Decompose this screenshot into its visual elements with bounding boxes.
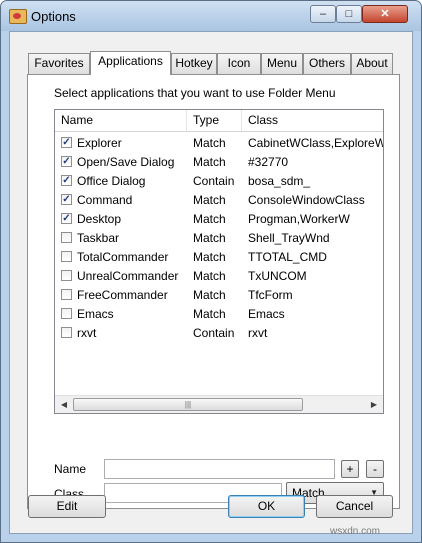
row-class: #32770 bbox=[248, 155, 289, 169]
row-type: Match bbox=[193, 307, 226, 321]
row-checkbox[interactable] bbox=[61, 308, 72, 319]
row-checkbox[interactable]: ✓ bbox=[61, 175, 72, 186]
name-input[interactable] bbox=[104, 459, 335, 479]
row-class: TxUNCOM bbox=[248, 269, 307, 283]
table-row[interactable]: ✓ Open/Save Dialog Match #32770 bbox=[55, 153, 383, 172]
applications-list[interactable]: Name Type Class ✓ Explorer Match CabinetWCl… bbox=[54, 109, 384, 414]
tab-favorites[interactable]: Favorites bbox=[28, 53, 90, 74]
row-checkbox[interactable] bbox=[61, 289, 72, 300]
row-name: UnrealCommander bbox=[77, 269, 179, 283]
row-class: ConsoleWindowClass bbox=[248, 193, 365, 207]
row-class: TTOTAL_CMD bbox=[248, 250, 327, 264]
table-row[interactable]: Taskbar Match Shell_TrayWnd bbox=[55, 229, 383, 248]
row-checkbox[interactable]: ✓ bbox=[61, 156, 72, 167]
row-type: Match bbox=[193, 231, 226, 245]
row-type: Match bbox=[193, 269, 226, 283]
table-row[interactable]: UnrealCommander Match TxUNCOM bbox=[55, 267, 383, 286]
row-name: Open/Save Dialog bbox=[77, 155, 175, 169]
add-button[interactable]: + bbox=[341, 460, 359, 478]
row-name: FreeCommander bbox=[77, 288, 168, 302]
remove-button[interactable]: - bbox=[366, 460, 384, 478]
row-name: Emacs bbox=[77, 307, 114, 321]
tab-hotkey[interactable]: Hotkey bbox=[171, 53, 217, 74]
row-name: rxvt bbox=[77, 326, 97, 340]
column-header-class[interactable]: Class bbox=[242, 110, 383, 131]
row-class: Shell_TrayWnd bbox=[248, 231, 330, 245]
close-button[interactable]: ✕ bbox=[362, 5, 408, 23]
row-checkbox[interactable]: ✓ bbox=[61, 213, 72, 224]
tab-about[interactable]: About bbox=[351, 53, 393, 74]
column-header-type[interactable]: Type bbox=[187, 110, 242, 131]
row-type: Match bbox=[193, 193, 226, 207]
row-type: Match bbox=[193, 250, 226, 264]
column-header-name[interactable]: Name bbox=[55, 110, 187, 131]
row-name: Office Dialog bbox=[77, 174, 146, 188]
row-checkbox[interactable] bbox=[61, 232, 72, 243]
options-window: Options – □ ✕ Favorites Applications Hot… bbox=[0, 0, 422, 543]
ok-button[interactable]: OK bbox=[228, 495, 305, 518]
row-class: Emacs bbox=[248, 307, 285, 321]
table-row[interactable]: rxvt Contain rxvt bbox=[55, 324, 383, 343]
row-type: Match bbox=[193, 136, 226, 150]
row-class: Progman,WorkerW bbox=[248, 212, 350, 226]
table-row[interactable]: ✓ Office Dialog Contain bosa_sdm_ bbox=[55, 172, 383, 191]
folder-menu-app-icon bbox=[9, 9, 27, 24]
row-class: rxvt bbox=[248, 326, 268, 340]
row-name: Explorer bbox=[77, 136, 122, 150]
table-row[interactable]: TotalCommander Match TTOTAL_CMD bbox=[55, 248, 383, 267]
list-header: Name Type Class bbox=[55, 110, 383, 132]
dialog-client-area: Favorites Applications Hotkey Icon Menu … bbox=[9, 31, 413, 534]
scroll-left-arrow[interactable]: ◀ bbox=[56, 397, 72, 412]
table-row[interactable]: ✓ Explorer Match CabinetWClass,ExploreWClas… bbox=[55, 134, 383, 153]
row-name: Command bbox=[77, 193, 133, 207]
watermark: wsxdn.com bbox=[330, 526, 381, 537]
table-row[interactable]: ✓ Desktop Match Progman,WorkerW bbox=[55, 210, 383, 229]
scroll-thumb[interactable]: ||| bbox=[73, 398, 303, 411]
row-checkbox[interactable]: ✓ bbox=[61, 137, 72, 148]
maximize-button[interactable]: □ bbox=[336, 5, 362, 23]
row-checkbox[interactable] bbox=[61, 327, 72, 338]
applications-prompt: Select applications that you want to use… bbox=[54, 86, 336, 100]
row-name: Desktop bbox=[77, 212, 122, 226]
row-checkbox[interactable] bbox=[61, 270, 72, 281]
tab-applications[interactable]: Applications bbox=[90, 51, 171, 75]
tab-menu[interactable]: Menu bbox=[261, 53, 303, 74]
table-row[interactable]: ✓ Command Match ConsoleWindowClass bbox=[55, 191, 383, 210]
row-type: Contain bbox=[193, 326, 235, 340]
row-type: Match bbox=[193, 288, 226, 302]
scroll-right-arrow[interactable]: ▶ bbox=[366, 397, 382, 412]
row-checkbox[interactable]: ✓ bbox=[61, 194, 72, 205]
applications-tab-panel: Select applications that you want to use… bbox=[27, 74, 400, 509]
row-type: Match bbox=[193, 212, 226, 226]
tab-others[interactable]: Others bbox=[303, 53, 351, 74]
name-label: Name bbox=[54, 462, 87, 476]
minimize-button[interactable]: – bbox=[310, 5, 336, 23]
row-checkbox[interactable] bbox=[61, 251, 72, 262]
table-row[interactable]: Emacs Match Emacs bbox=[55, 305, 383, 324]
cancel-button[interactable]: Cancel bbox=[316, 495, 393, 518]
row-class: TfcForm bbox=[248, 288, 293, 302]
row-class: CabinetWClass,ExploreWClass bbox=[248, 136, 383, 150]
edit-button[interactable]: Edit bbox=[28, 495, 106, 518]
row-type: Match bbox=[193, 155, 226, 169]
row-name: Taskbar bbox=[77, 231, 120, 245]
tab-icon[interactable]: Icon bbox=[217, 53, 261, 74]
table-row[interactable]: FreeCommander Match TfcForm bbox=[55, 286, 383, 305]
title-bar[interactable]: Options – □ ✕ bbox=[1, 1, 421, 31]
window-title: Options bbox=[31, 9, 76, 24]
row-type: Contain bbox=[193, 174, 235, 188]
row-class: bosa_sdm_ bbox=[248, 174, 311, 188]
horizontal-scrollbar[interactable]: ◀ ||| ▶ bbox=[55, 395, 383, 413]
row-name: TotalCommander bbox=[77, 250, 169, 264]
